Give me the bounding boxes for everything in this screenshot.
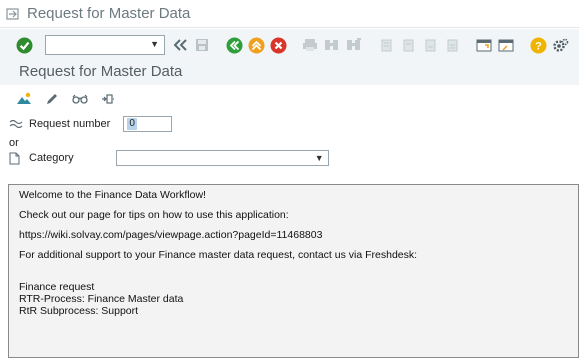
next-page-icon[interactable] xyxy=(421,36,439,54)
help-icon[interactable]: ? xyxy=(529,36,547,54)
edit-icon[interactable] xyxy=(43,90,61,108)
last-page-icon[interactable] xyxy=(443,36,461,54)
first-page-icon[interactable] xyxy=(377,36,395,54)
create-icon[interactable] xyxy=(15,90,33,108)
print-icon[interactable] xyxy=(301,36,319,54)
selection-form: Request number 0 or Category ▼ xyxy=(0,113,579,185)
system-toolbar: ▼ ? xyxy=(0,29,579,61)
find-icon[interactable] xyxy=(323,36,341,54)
exit-icon[interactable] xyxy=(247,36,265,54)
request-number-row: Request number 0 xyxy=(9,116,173,132)
window-title: Request for Master Data xyxy=(27,5,191,22)
settings-icon[interactable] xyxy=(551,36,569,54)
message-line: RTR-Process: Finance Master data xyxy=(19,293,184,305)
request-number-label: Request number xyxy=(29,118,111,130)
previous-page-icon[interactable] xyxy=(399,36,417,54)
category-dropdown[interactable]: ▼ xyxy=(115,150,329,166)
request-number-value: 0 xyxy=(127,118,137,130)
save-icon[interactable] xyxy=(193,36,211,54)
message-line: Welcome to the Finance Data Workflow! xyxy=(19,189,206,201)
document-icon xyxy=(9,152,21,165)
app-header: Request for Master Data xyxy=(0,61,579,85)
chevron-down-icon[interactable]: ▼ xyxy=(315,153,324,163)
collapse-icon[interactable] xyxy=(171,36,189,54)
or-label: or xyxy=(9,137,19,149)
chevron-down-icon[interactable]: ▼ xyxy=(150,39,159,49)
message-line: For additional support to your Finance m… xyxy=(19,249,418,261)
create-session-icon[interactable] xyxy=(475,36,493,54)
cancel-icon[interactable] xyxy=(269,36,287,54)
message-line: RtR Subprocess: Support xyxy=(19,305,139,317)
app-title: Request for Master Data xyxy=(19,63,183,80)
menu-icon[interactable] xyxy=(6,7,20,21)
command-field[interactable]: ▼ xyxy=(45,35,165,55)
shortcut-icon[interactable] xyxy=(497,36,515,54)
category-row: Category ▼ xyxy=(9,150,329,166)
or-row: or xyxy=(9,137,19,149)
info-text-area[interactable]: Welcome to the Finance Data Workflow! Ch… xyxy=(8,184,579,358)
link-icon xyxy=(9,119,23,129)
wiki-link: https://wiki.solvay.com/pages/viewpage.a… xyxy=(19,229,323,241)
category-label: Category xyxy=(29,152,74,164)
execute-icon[interactable] xyxy=(99,90,117,108)
svg-text:?: ? xyxy=(535,40,542,52)
find-next-icon[interactable] xyxy=(345,36,363,54)
back-icon[interactable] xyxy=(225,36,243,54)
app-toolbar xyxy=(0,85,579,113)
message-line: Check out our page for tips on how to us… xyxy=(19,209,289,221)
message-line: Finance request xyxy=(19,281,95,293)
enter-icon[interactable] xyxy=(15,36,33,54)
request-number-input[interactable]: 0 xyxy=(123,116,173,132)
title-bar: Request for Master Data xyxy=(0,0,579,28)
display-icon[interactable] xyxy=(71,90,89,108)
